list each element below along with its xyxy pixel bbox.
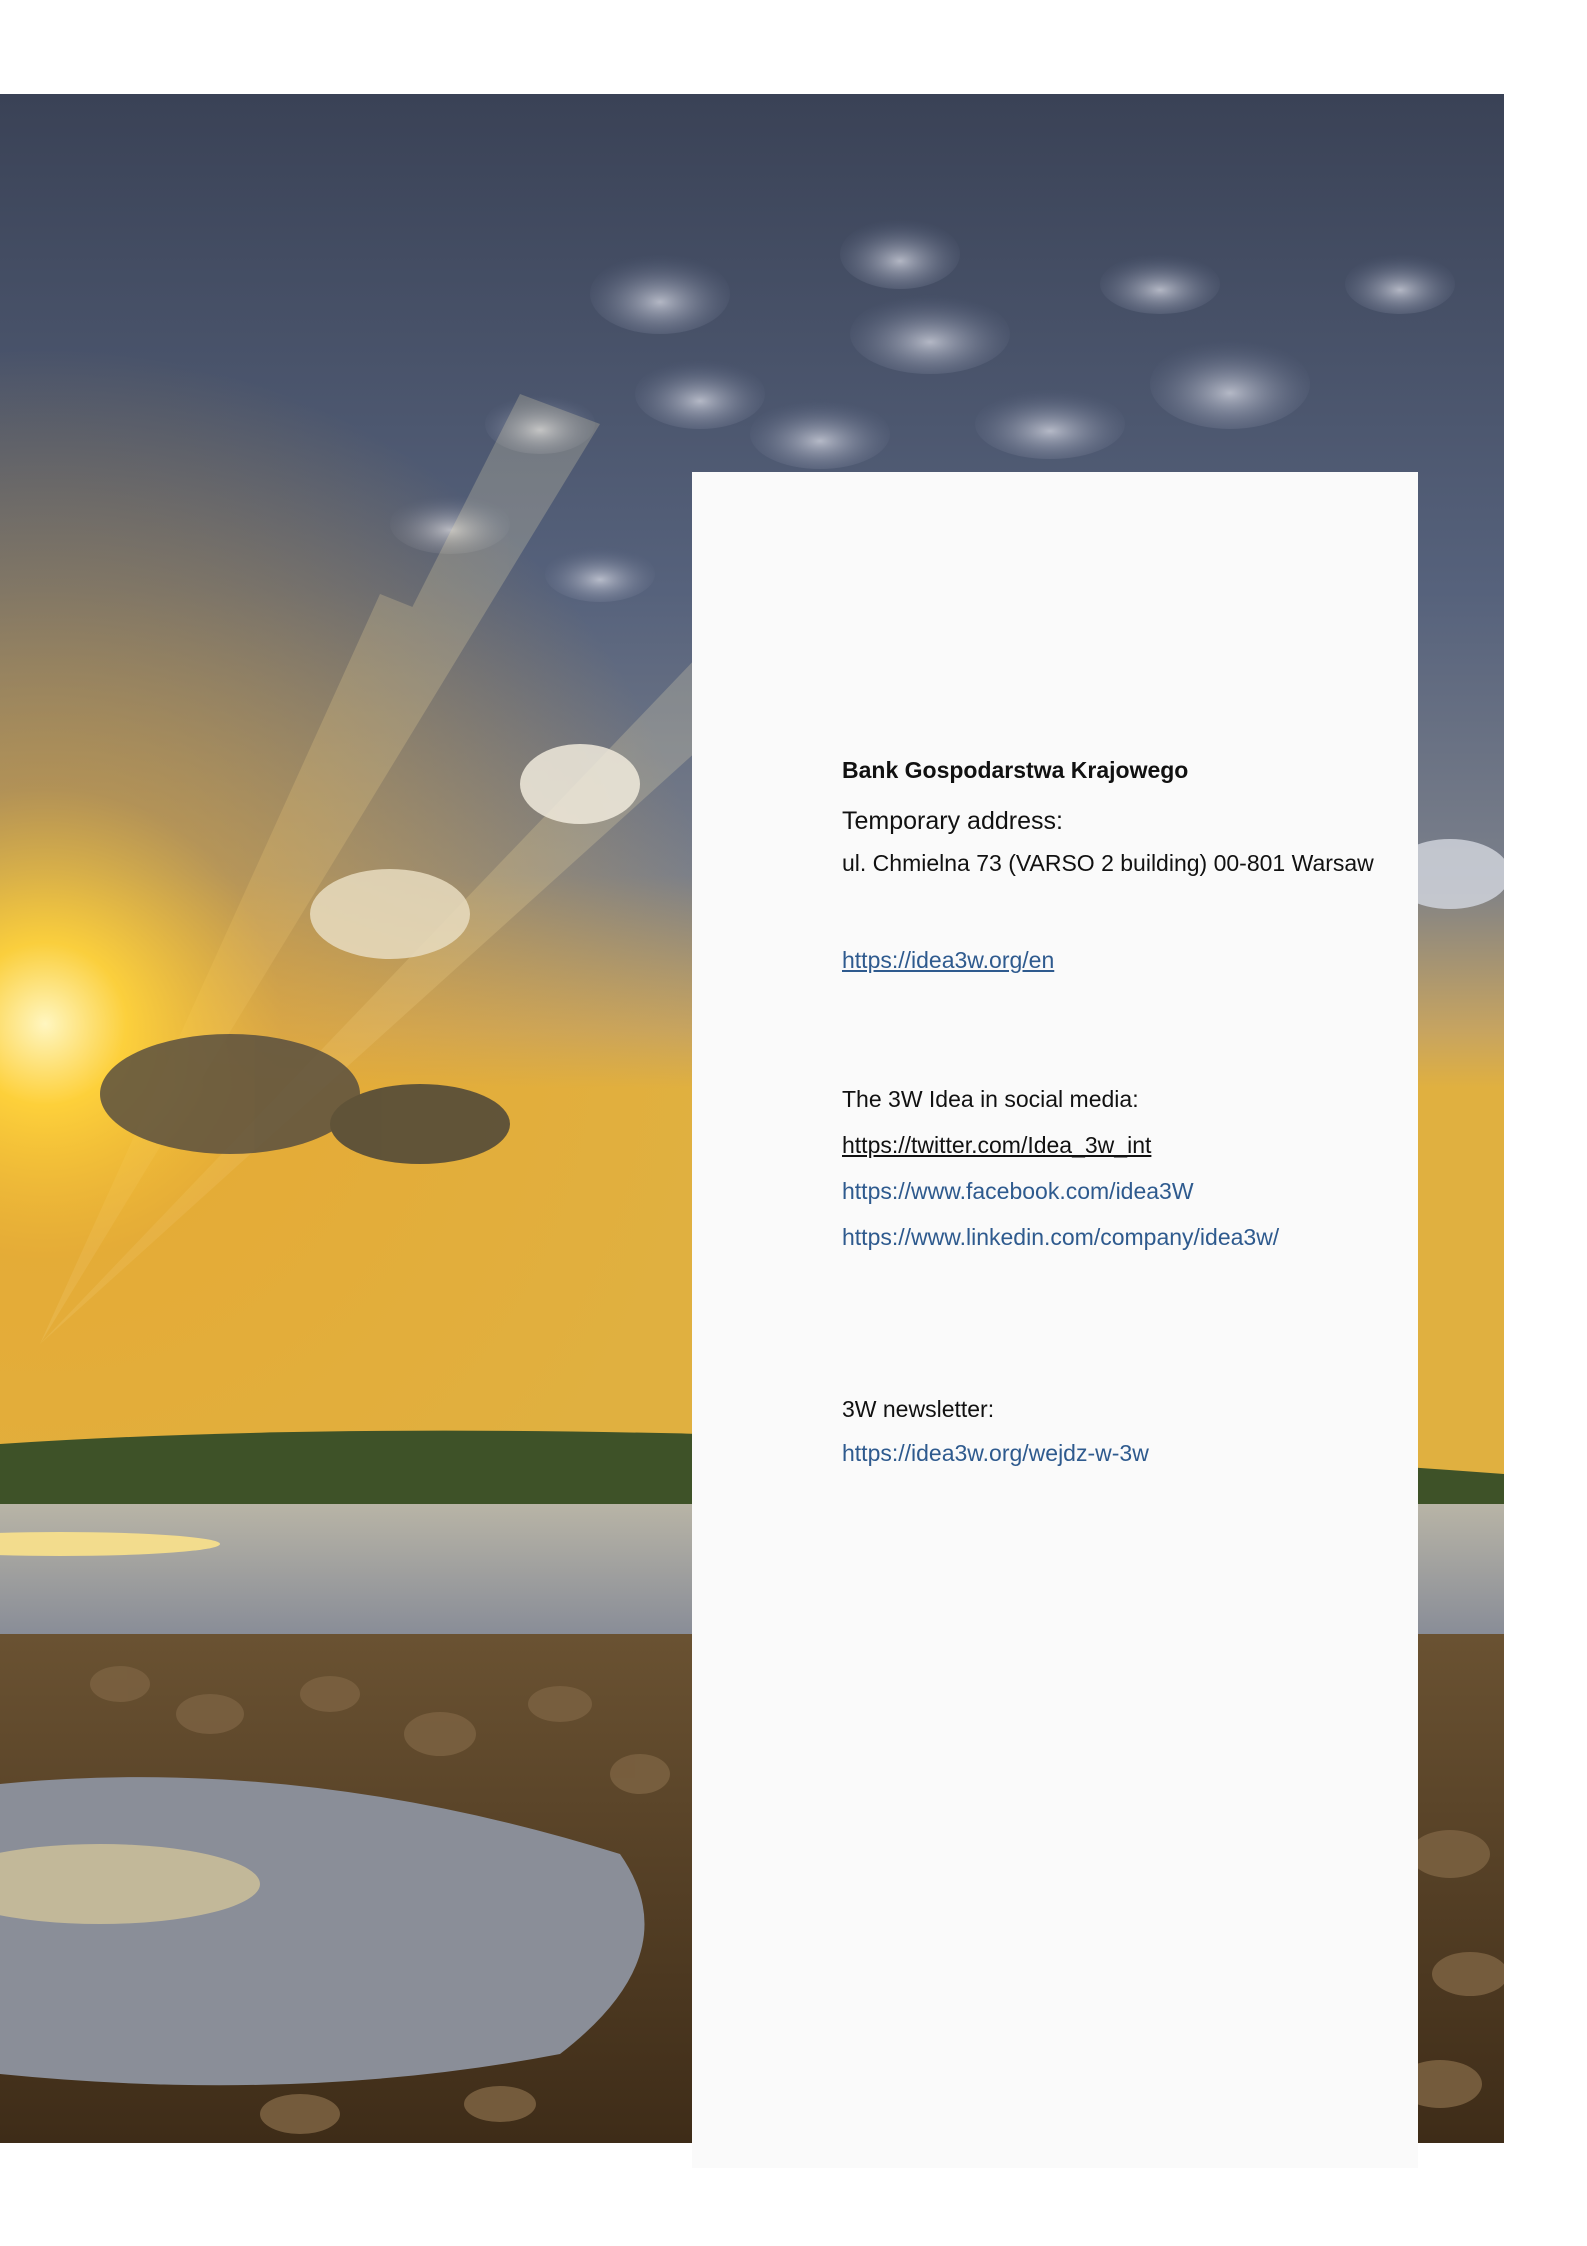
facebook-link-wrapper: https://www.facebook.com/idea3W (842, 1178, 1398, 1205)
newsletter-link-wrapper: https://idea3w.org/wejdz-w-3w (842, 1440, 1398, 1467)
linkedin-link[interactable]: https://www.linkedin.com/company/idea3w/ (842, 1224, 1279, 1250)
twitter-link[interactable]: https://twitter.com/Idea_3w_int (842, 1132, 1151, 1158)
organization-name: Bank Gospodarstwa Krajowego (842, 757, 1189, 783)
address-label: Temporary address: (842, 807, 1063, 835)
facebook-link[interactable]: https://www.facebook.com/idea3W (842, 1178, 1194, 1204)
website-link-wrapper: https://idea3w.org/en (842, 947, 1398, 974)
website-link[interactable]: https://idea3w.org/en (842, 947, 1054, 973)
newsletter-label: 3W newsletter: (842, 1396, 995, 1422)
twitter-link-wrapper: https://twitter.com/Idea_3w_int (842, 1132, 1398, 1159)
contact-card: Bank Gospodarstwa Krajowego Temporary ad… (692, 472, 1418, 2168)
address-text: ul. Chmielna 73 (VARSO 2 building) 00-80… (842, 850, 1374, 876)
newsletter-link[interactable]: https://idea3w.org/wejdz-w-3w (842, 1440, 1149, 1466)
linkedin-link-wrapper: https://www.linkedin.com/company/idea3w/ (842, 1224, 1398, 1251)
social-media-label: The 3W Idea in social media: (842, 1086, 1139, 1112)
